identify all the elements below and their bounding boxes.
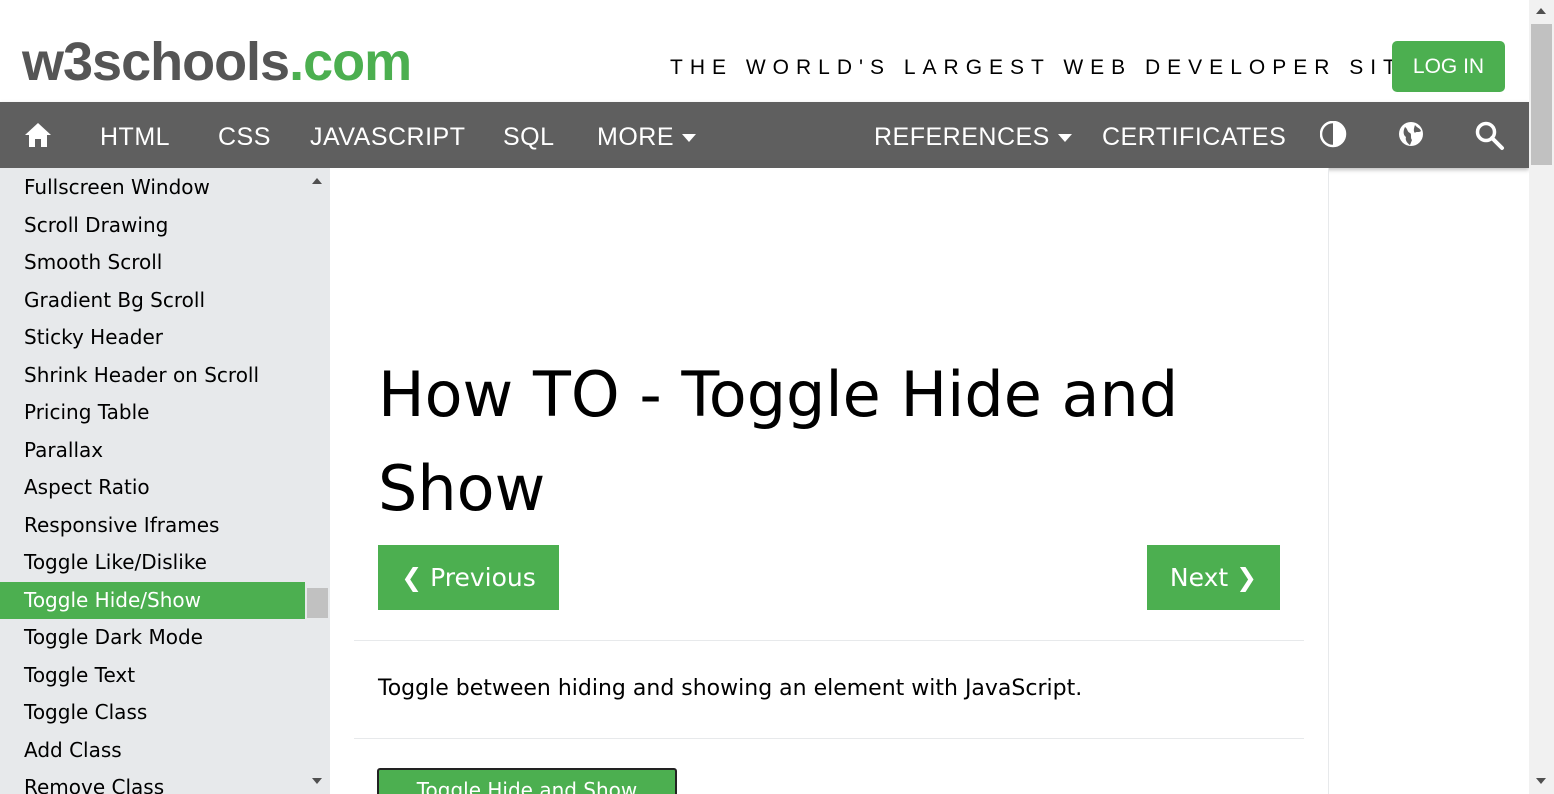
nav-references-label: REFERENCES	[874, 123, 1050, 151]
nav-references[interactable]: REFERENCES	[874, 102, 1072, 168]
sidebar-item[interactable]: Gradient Bg Scroll	[0, 282, 305, 319]
logo-suffix-text: .com	[289, 32, 412, 92]
toggle-hide-show-button[interactable]: Toggle Hide and Show	[377, 768, 677, 794]
sidebar-item[interactable]: Toggle Dark Mode	[0, 619, 305, 656]
logo-main-text: w3schools	[22, 32, 290, 92]
nav-javascript[interactable]: JAVASCRIPT	[310, 102, 466, 168]
search-icon[interactable]	[1475, 121, 1505, 151]
sidebar-scrollbar-thumb[interactable]	[307, 588, 328, 618]
caret-down-icon	[682, 134, 696, 143]
sidebar-item[interactable]: Add Class	[0, 732, 305, 769]
globe-icon[interactable]	[1398, 121, 1428, 151]
page-title: How TO - Toggle Hide and Show	[378, 358, 1179, 525]
sidebar-item[interactable]: Parallax	[0, 432, 305, 469]
sidebar-item[interactable]: Shrink Header on Scroll	[0, 357, 305, 394]
sidebar-item[interactable]: Aspect Ratio	[0, 469, 305, 506]
main-navbar: HTML CSS JAVASCRIPT SQL MORE REFERENCES …	[0, 102, 1529, 168]
sidebar-item[interactable]: Toggle Hide/Show	[0, 582, 305, 619]
nav-sql[interactable]: SQL	[503, 102, 555, 168]
top-header: w3schools.com THE WORLD'S LARGEST WEB DE…	[0, 0, 1529, 102]
page-scroll-down-icon[interactable]	[1536, 778, 1546, 784]
contrast-icon[interactable]	[1320, 121, 1350, 151]
site-logo[interactable]: w3schools.com	[22, 30, 412, 94]
nav-more[interactable]: MORE	[597, 102, 696, 168]
content-right-border	[1328, 168, 1329, 794]
sidebar-item[interactable]: Remove Class	[0, 769, 305, 794]
sidebar-item[interactable]: Sticky Header	[0, 319, 305, 356]
nav-more-label: MORE	[597, 123, 674, 151]
nav-css[interactable]: CSS	[218, 102, 271, 168]
divider	[354, 640, 1304, 641]
site-tagline: THE WORLD'S LARGEST WEB DEVELOPER SITE	[670, 56, 1424, 79]
sidebar-item[interactable]: Pricing Table	[0, 394, 305, 431]
login-button[interactable]: LOG IN	[1392, 41, 1505, 92]
home-icon[interactable]	[23, 120, 53, 150]
sidebar: Fullscreen Window Scroll Drawing Smooth Sc…	[0, 168, 330, 794]
previous-button[interactable]: ❮ Previous	[378, 545, 559, 610]
page-scroll-up-icon[interactable]	[1536, 8, 1546, 14]
sidebar-item[interactable]: Toggle Like/Dislike	[0, 544, 305, 581]
sidebar-item[interactable]: Responsive Iframes	[0, 507, 305, 544]
nav-certificates[interactable]: CERTIFICATES	[1102, 102, 1286, 168]
sidebar-scroll-up-icon[interactable]	[312, 178, 322, 184]
sidebar-scroll-down-icon[interactable]	[312, 778, 322, 784]
page-scrollbar-thumb[interactable]	[1531, 24, 1552, 165]
main-content: How TO - Toggle Hide and Show ❮ Previous…	[330, 168, 1329, 794]
sidebar-item[interactable]: Fullscreen Window	[0, 169, 305, 206]
sidebar-item[interactable]: Toggle Class	[0, 694, 305, 731]
sidebar-item[interactable]: Smooth Scroll	[0, 244, 305, 281]
nav-html[interactable]: HTML	[100, 102, 170, 168]
sidebar-item[interactable]: Toggle Text	[0, 657, 305, 694]
sidebar-item[interactable]: Scroll Drawing	[0, 207, 305, 244]
caret-down-icon	[1057, 134, 1072, 143]
next-button[interactable]: Next ❯	[1147, 545, 1280, 610]
divider	[354, 738, 1304, 739]
intro-text: Toggle between hiding and showing an ele…	[378, 676, 1083, 701]
